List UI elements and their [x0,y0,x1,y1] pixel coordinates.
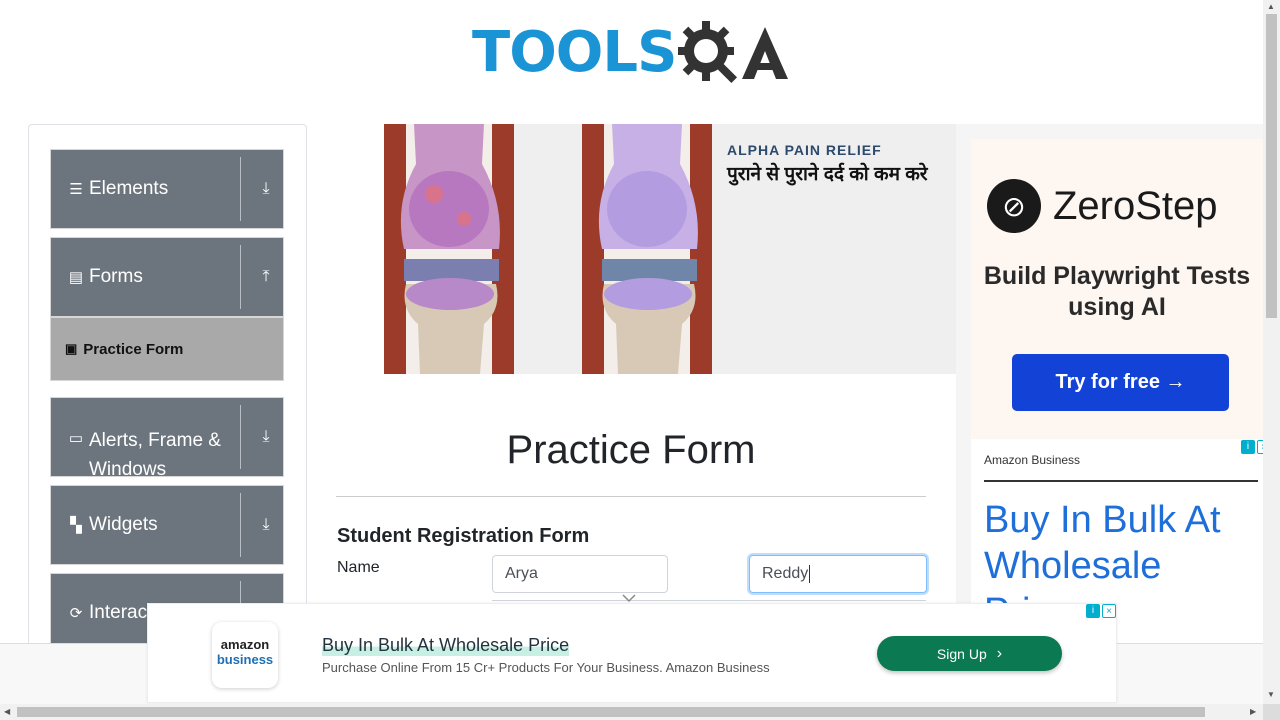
widgets-icon: ▚ [70,517,82,534]
sidebar-group-elements[interactable]: ☰ Elements ⤓ [50,149,284,229]
info-icon[interactable]: i [1241,440,1255,454]
ad-choices[interactable]: i × [1241,440,1263,454]
zerostep-headline: Build Playwright Tests using AI [983,262,1251,321]
divider [984,480,1258,482]
first-name-value: Arya [505,565,538,582]
close-icon[interactable]: × [1102,604,1116,618]
horizontal-scroll-thumb[interactable] [17,707,1205,717]
last-name-value: Reddy [762,565,809,582]
sidebar-group-widgets[interactable]: ▚ Widgets ⤓ [50,485,284,565]
amazon-business-logo: amazon business [212,622,278,688]
document-icon: ▤ [68,269,84,286]
knee-illustration-inflamed [384,124,514,374]
toolsqa-logo[interactable]: TOOLS QA [472,14,796,92]
scroll-up-icon[interactable]: ▲ [1267,2,1275,11]
interaction-icon: ⟳ [69,605,83,622]
sidebar-group-label: Elements [89,178,169,199]
sidebar-group-label: Forms [89,266,143,287]
scrollbar-corner [1263,704,1280,720]
zerostep-brand: ZeroStep [1053,183,1218,228]
form-icon: ▣ [65,341,78,356]
form-subtitle: Student Registration Form [337,525,590,547]
zerostep-logo: ⊘ ZeroStep [987,179,1218,233]
scroll-down-icon[interactable]: ▼ [1267,690,1275,699]
vertical-scrollbar[interactable]: ▲ ▼ [1263,0,1280,704]
text-cursor [809,565,811,583]
page-title: Practice Form [506,428,756,472]
download-arrow-icon[interactable]: ⤓ [257,516,275,534]
logo-tools-text: TOOLS [472,20,677,85]
page: TOOLS QA [0,0,1280,720]
ad-choices[interactable]: i × [1086,604,1116,618]
logo-line-business: business [216,652,274,667]
zerostep-logo-icon: ⊘ [987,179,1041,233]
right-ad-column: ⊘ ZeroStep Build Playwright Tests using … [956,124,1263,644]
gear-icon [678,21,738,84]
upload-arrow-icon[interactable]: ⤒ [257,268,275,286]
sidebar-group-forms[interactable]: ▤ Forms ⤒ [50,237,284,317]
logo-qa-mark: QA [676,17,790,89]
letter-a-mark [742,27,789,79]
menu-icon: ☰ [69,181,83,198]
horizontal-scrollbar[interactable]: ◀ ▶ [0,704,1263,720]
download-arrow-icon[interactable]: ⤓ [257,428,275,446]
ad-brand-name: ALPHA PAIN RELIEF [727,142,882,158]
try-for-free-button[interactable]: Try for free → [1012,354,1229,411]
sidebar-group-label: Widgets [89,514,158,535]
scroll-left-icon[interactable]: ◀ [4,707,10,716]
first-name-input[interactable]: Arya [492,555,668,593]
download-arrow-icon[interactable]: ⤓ [257,180,275,198]
amazon-ad-label: Amazon Business [984,453,1081,467]
bottom-sticky-ad[interactable]: amazon business Buy In Bulk At Wholesale… [147,603,1117,703]
knee-pain-ad-banner[interactable]: ALPHA PAIN RELIEF पुराने से पुराने दर्द … [384,124,956,374]
sidebar-item-practice-form[interactable]: ▣ Practice Form [50,317,284,381]
sign-up-label: Sign Up [936,645,987,662]
zerostep-ad[interactable]: ⊘ ZeroStep Build Playwright Tests using … [971,139,1263,439]
sidebar-group-alerts[interactable]: ▭ Alerts, Frame & Windows ⤓ [50,397,284,480]
window-icon: ▭ [68,430,84,447]
sign-up-button[interactable]: Sign Up › [877,636,1062,671]
name-label: Name [337,559,380,576]
sidebar-item-label: Practice Form [83,340,184,358]
bottom-ad-headline: Buy In Bulk At Wholesale Price [322,635,570,656]
knee-illustration-healthy [582,124,712,374]
last-name-input[interactable]: Reddy [749,555,927,593]
chevron-down-icon [622,590,636,603]
vertical-scroll-thumb[interactable] [1266,14,1277,318]
bottom-ad-subtext: Purchase Online From 15 Cr+ Products For… [322,660,770,675]
logo-line-amazon: amazon [220,637,270,652]
chevron-right-icon: › [996,644,1003,662]
scroll-right-icon[interactable]: ▶ [1250,707,1256,716]
ad-tagline: पुराने से पुराने दर्द को कम करे [727,164,928,185]
sidebar: ☰ Elements ⤓ ▤ Forms ⤒ ▣ Practice Form ▭… [28,124,307,664]
divider [336,496,926,497]
sidebar-group-label: Alerts, Frame & Windows [89,430,221,480]
info-icon[interactable]: i [1086,604,1100,618]
